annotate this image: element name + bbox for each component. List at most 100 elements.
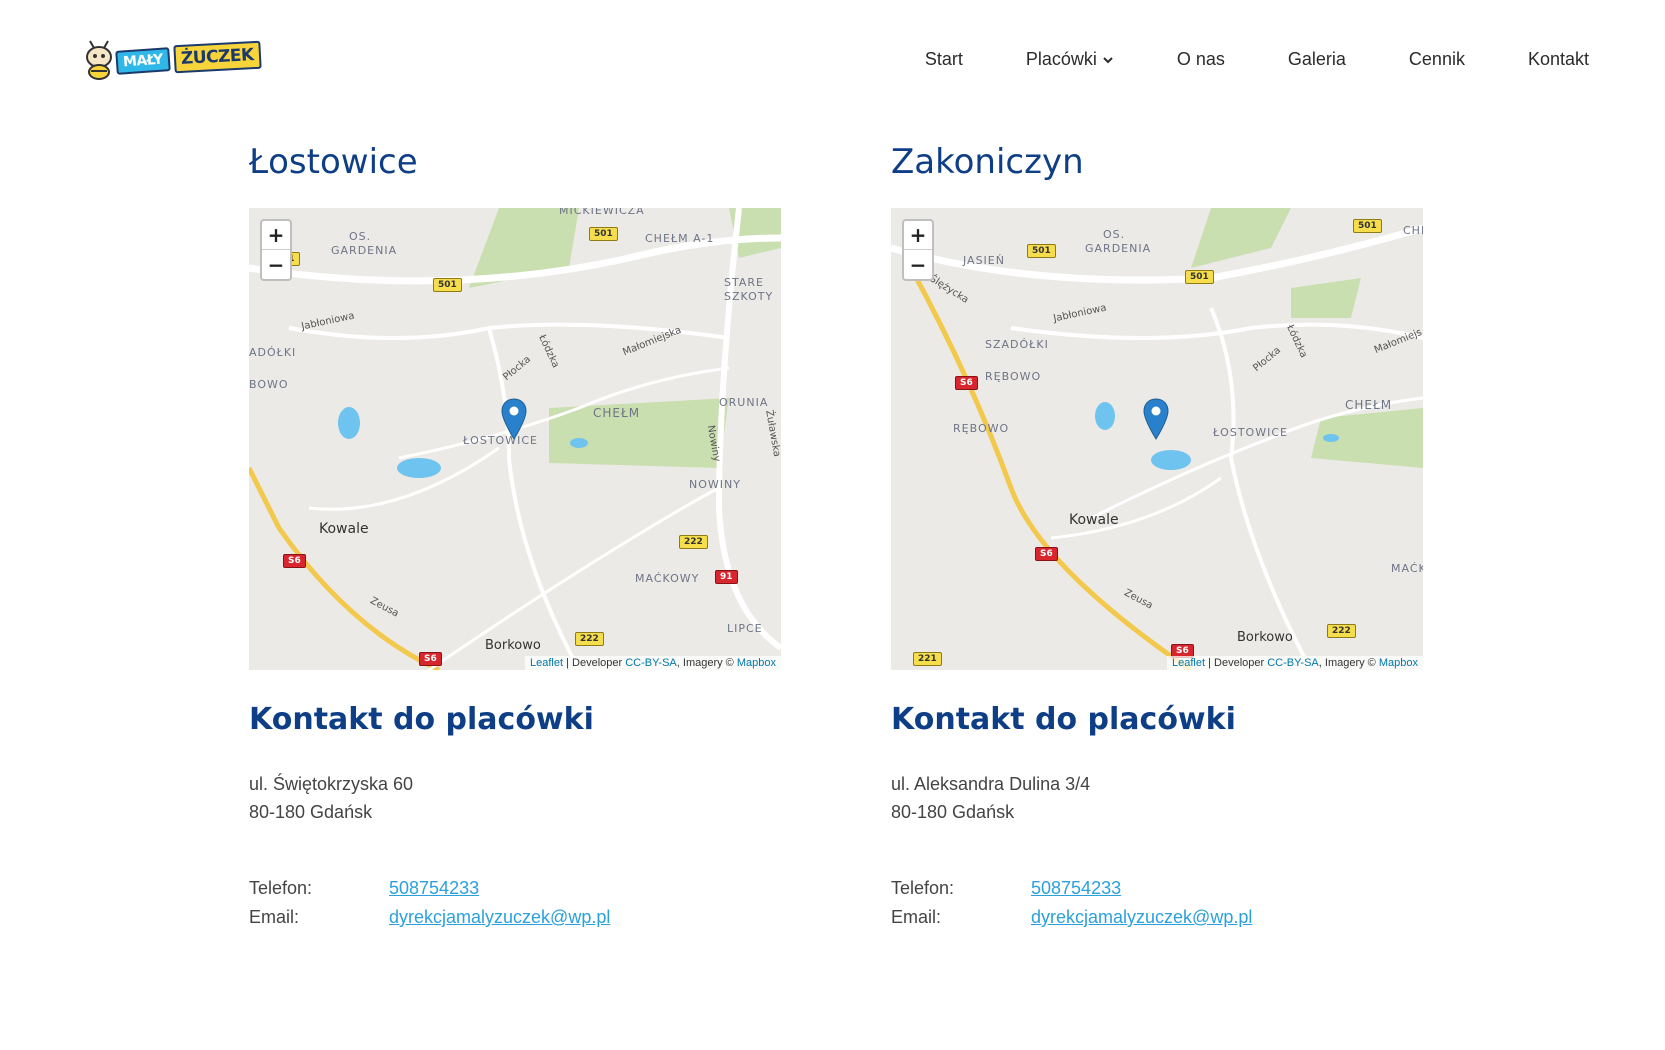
address: ul. Aleksandra Dulina 3/4 80-180 Gdańsk [891, 770, 1423, 826]
nav-cennik[interactable]: Cennik [1409, 49, 1465, 70]
road-shield: 222 [679, 535, 708, 549]
address: ul. Świętokrzyska 60 80-180 Gdańsk [249, 770, 781, 826]
map-label: OS. [1103, 228, 1126, 241]
map-attribution: Leaflet | Developer CC-BY-SA, Imagery © … [525, 656, 781, 670]
map-label: MAĆKOWY [635, 572, 700, 585]
road-shield: 91 [715, 570, 738, 584]
road-shield: 222 [575, 632, 604, 646]
map-label: ADÓŁKI [249, 346, 297, 359]
road-shield: 501 [433, 278, 462, 292]
address-street: ul. Świętokrzyska 60 [249, 774, 414, 794]
map-marker-icon[interactable] [1143, 398, 1169, 440]
map-label: CHEŁM [1345, 398, 1393, 412]
phone-row: Telefon: 508754233 [249, 874, 781, 903]
contact-title: Kontakt do placówki [249, 702, 594, 737]
map-label: RĘBOWO [985, 370, 1042, 383]
map-label: MICKIEWICZA [559, 208, 645, 217]
email-row: Email: dyrekcjamalyzuczek@wp.pl [891, 903, 1423, 932]
map-label: Kowale [1069, 512, 1119, 528]
map-marker-icon[interactable] [501, 398, 527, 440]
attribution-text: , Imagery © [676, 657, 737, 669]
map-label: OS. [349, 230, 372, 243]
location-lostowice: Łostowice MICKIEWICZA OS. GARDENIA CHEŁM… [249, 130, 781, 932]
email-label: Email: [891, 907, 942, 927]
nav-placowki-label: Placówki [1025, 49, 1097, 69]
nav-placowki[interactable]: Placówki [1026, 49, 1114, 70]
email-label: Email: [249, 907, 300, 927]
location-zakoniczyn: Zakoniczyn OS. GARDENIA JASIEŃ CHE Ślęży… [891, 130, 1423, 932]
map-label: RĘBOWO [953, 422, 1010, 435]
email-link[interactable]: dyrekcjamalyzuczek@wp.pl [389, 903, 610, 932]
map-label: GARDENIA [331, 244, 398, 257]
zoom-in-button[interactable]: + [262, 221, 290, 250]
map-label: LIPCE [727, 622, 763, 635]
nav-galeria[interactable]: Galeria [1288, 49, 1346, 70]
logo[interactable]: MAŁY ŻUCZEK [82, 40, 262, 80]
map-label: BOWO [249, 378, 289, 391]
mapbox-link[interactable]: Mapbox [1379, 657, 1418, 669]
email-link[interactable]: dyrekcjamalyzuczek@wp.pl [1031, 903, 1252, 932]
zoom-control: + − [902, 219, 934, 281]
map-label: SZADÓŁKI [985, 338, 1049, 351]
zoom-control: + − [260, 219, 292, 281]
road-shield: S6 [955, 376, 978, 390]
map-label: Borkowo [485, 638, 541, 653]
road-shield: S6 [419, 652, 442, 666]
nav-start[interactable]: Start [925, 49, 963, 70]
map-label: NOWINY [689, 478, 741, 491]
map-label: JASIEŃ [963, 254, 1005, 267]
address-city: 80-180 Gdańsk [891, 802, 1015, 822]
address-city: 80-180 Gdańsk [249, 802, 373, 822]
main-nav: Start Placówki O nas Galeria Cennik Kont… [925, 49, 1589, 70]
zoom-out-button[interactable]: − [262, 250, 290, 279]
leaflet-link[interactable]: Leaflet [1172, 657, 1205, 669]
zoom-in-button[interactable]: + [904, 221, 932, 250]
map-label: CHEŁM A-1 [645, 232, 715, 245]
phone-link[interactable]: 508754233 [1031, 874, 1121, 903]
map-label: MAĆK [1391, 562, 1423, 575]
road-shield: 501 [1185, 270, 1214, 284]
phone-label: Telefon: [891, 878, 955, 898]
attribution-text: | Developer [563, 657, 626, 669]
road-shield: 501 [589, 227, 618, 241]
contact-title: Kontakt do placówki [891, 702, 1236, 737]
map-attribution: Leaflet | Developer CC-BY-SA, Imagery © … [1167, 656, 1423, 670]
logo-word-zuczek: ŻUCZEK [173, 40, 262, 74]
address-street: ul. Aleksandra Dulina 3/4 [891, 774, 1091, 794]
map-label: ŁOSTOWICE [1213, 426, 1288, 439]
map[interactable]: OS. GARDENIA JASIEŃ CHE Ślężycka Jabłoni… [891, 208, 1423, 670]
contact-details: Telefon: 508754233 Email: dyrekcjamalyzu… [891, 874, 1423, 932]
license-link[interactable]: CC-BY-SA [625, 657, 677, 669]
logo-word-maly: MAŁY [115, 47, 171, 75]
bee-logo-icon [86, 40, 112, 80]
phone-label: Telefon: [249, 878, 313, 898]
phone-link[interactable]: 508754233 [389, 874, 479, 903]
map-label: CHEŁM [593, 406, 641, 420]
map-label: Kowale [319, 521, 369, 537]
road-shield: 501 [1027, 244, 1056, 258]
mapbox-link[interactable]: Mapbox [737, 657, 776, 669]
map-label: STARE [724, 276, 764, 289]
map-label: ORUNIA [719, 396, 769, 409]
road-shield: S6 [283, 554, 306, 568]
attribution-text: , Imagery © [1318, 657, 1379, 669]
site-header: MAŁY ŻUCZEK Start Placówki O nas Galeria… [0, 0, 1665, 120]
zoom-out-button[interactable]: − [904, 250, 932, 279]
map-label: CHE [1403, 224, 1423, 237]
map-label: GARDENIA [1085, 242, 1152, 255]
nav-o-nas[interactable]: O nas [1177, 49, 1225, 70]
road-shield: S6 [1035, 547, 1058, 561]
attribution-text: | Developer [1205, 657, 1268, 669]
contact-details: Telefon: 508754233 Email: dyrekcjamalyzu… [249, 874, 781, 932]
license-link[interactable]: CC-BY-SA [1267, 657, 1319, 669]
road-shield: 221 [913, 652, 942, 666]
map[interactable]: MICKIEWICZA OS. GARDENIA CHEŁM A-1 STARE… [249, 208, 781, 670]
location-title: Zakoniczyn [891, 142, 1084, 182]
map-label: SZKOTY [724, 290, 774, 303]
chevron-down-icon [1103, 56, 1113, 63]
phone-row: Telefon: 508754233 [891, 874, 1423, 903]
email-row: Email: dyrekcjamalyzuczek@wp.pl [249, 903, 781, 932]
leaflet-link[interactable]: Leaflet [530, 657, 563, 669]
road-shield: 501 [1353, 219, 1382, 233]
nav-kontakt[interactable]: Kontakt [1528, 49, 1589, 70]
